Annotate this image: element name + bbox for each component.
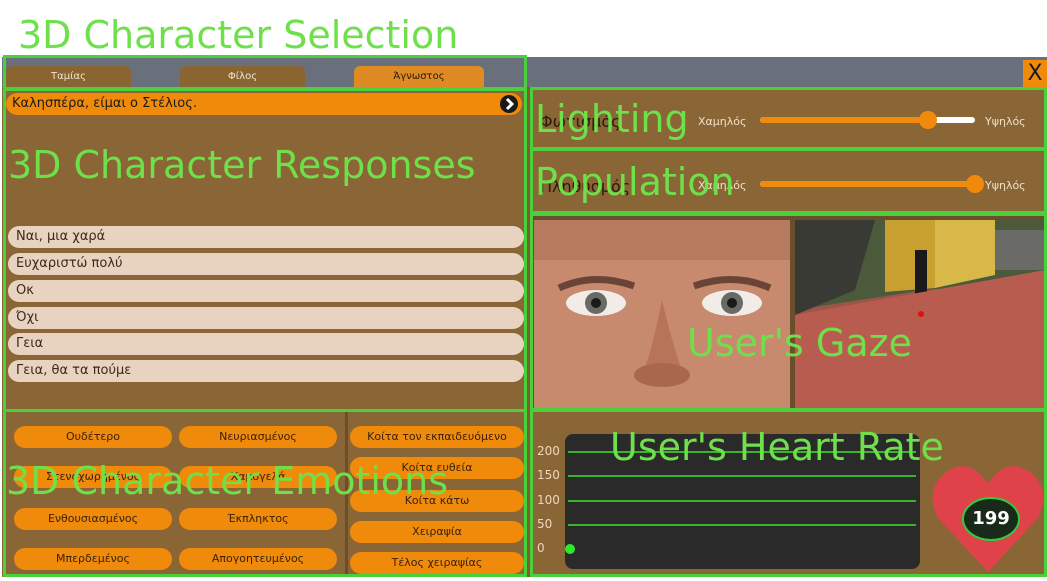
lighting-slider-fill bbox=[760, 117, 928, 123]
y-tick-label: 200 bbox=[537, 444, 560, 458]
action-button[interactable]: Κοίτα ευθεία bbox=[350, 457, 524, 479]
response-option[interactable]: Οκ bbox=[8, 280, 524, 302]
emotion-button[interactable]: Ενθουσιασμένος bbox=[14, 508, 172, 530]
heart-rate-value: 199 bbox=[962, 497, 1020, 541]
emotion-button[interactable]: Χαμογελά bbox=[179, 466, 337, 488]
population-label: Πληθυσμός bbox=[540, 177, 631, 196]
population-slider-fill bbox=[760, 181, 975, 187]
action-button[interactable]: Κοίτα κάτω bbox=[350, 490, 524, 512]
response-option[interactable]: Όχι bbox=[8, 307, 524, 329]
emotion-button[interactable]: Ουδέτερο bbox=[14, 426, 172, 448]
population-slider-knob[interactable] bbox=[966, 175, 984, 193]
character-face-view bbox=[534, 220, 790, 408]
scene-view-icon bbox=[795, 220, 1045, 408]
annotation-character-selection: 3D Character Selection bbox=[18, 13, 459, 57]
action-button[interactable]: Κοίτα τον εκπαιδευόμενο bbox=[350, 426, 524, 448]
emotion-button[interactable]: Έκπληκτος bbox=[179, 508, 337, 530]
character-face-icon bbox=[534, 220, 790, 408]
y-tick-label: 0 bbox=[537, 541, 545, 555]
close-button[interactable]: X bbox=[1023, 60, 1047, 87]
top-bar bbox=[527, 57, 1047, 87]
response-option[interactable]: Ευχαριστώ πολύ bbox=[8, 253, 524, 275]
emotions-divider bbox=[345, 412, 348, 577]
emotion-button[interactable]: Απογοητευμένος bbox=[179, 548, 337, 570]
emotion-button[interactable]: Μπερδεμένος bbox=[14, 548, 172, 570]
scene-view bbox=[795, 220, 1045, 408]
response-option[interactable]: Γεια, θα τα πούμε bbox=[8, 360, 524, 382]
response-option[interactable]: Ναι, μια χαρά bbox=[8, 226, 524, 248]
grid-line bbox=[568, 475, 916, 478]
population-max-label: Υψηλός bbox=[985, 179, 1026, 192]
lighting-min-label: Χαμηλός bbox=[698, 115, 747, 128]
grid-line bbox=[568, 523, 916, 526]
grid-line bbox=[568, 499, 916, 502]
heart-rate-point bbox=[565, 544, 575, 554]
population-min-label: Χαμηλός bbox=[698, 179, 747, 192]
lighting-max-label: Υψηλός bbox=[985, 115, 1026, 128]
character-message: Καλησπέρα, είμαι ο Στέλιος. bbox=[12, 96, 197, 111]
next-arrow-icon[interactable] bbox=[500, 95, 518, 113]
tab-stranger[interactable]: Άγνωστος bbox=[354, 66, 484, 88]
tab-friend[interactable]: Φίλος bbox=[180, 66, 305, 88]
y-tick-label: 150 bbox=[537, 468, 560, 483]
emotion-button[interactable]: Στενοχωρημένος bbox=[14, 466, 172, 488]
action-button[interactable]: Τέλος χειραψίας bbox=[350, 552, 524, 574]
heart-rate-chart bbox=[565, 434, 920, 569]
y-tick-label: 50 bbox=[537, 516, 553, 531]
action-button[interactable]: Χειραψία bbox=[350, 521, 524, 543]
grid-line bbox=[568, 451, 916, 453]
y-tick-label: 100 bbox=[537, 492, 560, 507]
response-option[interactable]: Γεια bbox=[8, 333, 524, 355]
tab-cashier[interactable]: Ταμίας bbox=[6, 66, 131, 88]
character-message-bubble: Καλησπέρα, είμαι ο Στέλιος. bbox=[6, 93, 522, 115]
lighting-slider-knob[interactable] bbox=[918, 111, 937, 129]
lighting-label: Φωτισμός bbox=[540, 112, 621, 131]
emotion-button[interactable]: Νευριασμένος bbox=[179, 426, 337, 448]
